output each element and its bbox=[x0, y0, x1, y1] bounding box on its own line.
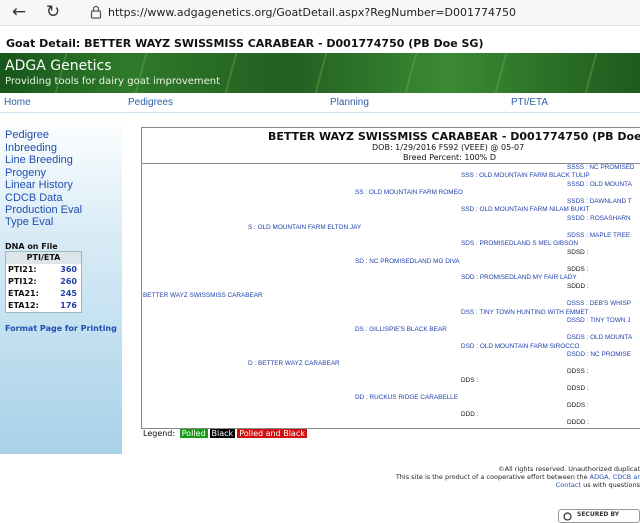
pedigree-sss[interactable]: SSS : OLD MOUNTAIN FARM BLACK TULIP bbox=[461, 172, 590, 179]
pti-row: PTI21: 360 bbox=[6, 264, 81, 276]
pedigree-ds[interactable]: DS : GILLISPIE'S BLACK BEAR bbox=[355, 326, 447, 333]
pedigree-sds[interactable]: SDS : PROMISEDLAND S MEL GIBSON bbox=[461, 240, 578, 247]
footer-adga-link[interactable]: ADGA, CDCB ar bbox=[590, 473, 640, 481]
pedigree-ddd: DDD : bbox=[461, 411, 479, 418]
pedigree-ssd[interactable]: SSD : OLD MOUNTAIN FARM NILAM BUKIT bbox=[461, 206, 589, 213]
pti-key: ETA21: bbox=[8, 289, 39, 298]
address-bar[interactable]: https://www.adgagenetics.org/GoatDetail.… bbox=[108, 3, 516, 23]
pedigree-sdds: SDDS : bbox=[567, 266, 589, 273]
reload-icon[interactable]: ↻ bbox=[42, 2, 64, 22]
pedigree-sire[interactable]: S : OLD MOUNTAIN FARM ELTON JAY bbox=[248, 224, 361, 231]
pti-row: PTI12: 260 bbox=[6, 276, 81, 288]
footer-coop-text: This site is the product of a cooperativ… bbox=[395, 473, 590, 481]
pedigree-ssds[interactable]: SSDS : DAWNLAND T bbox=[567, 198, 632, 205]
pedigree-ddss: DDSS : bbox=[567, 368, 589, 375]
footer-contact-link[interactable]: Contact bbox=[556, 481, 581, 489]
sidebar-link-progeny[interactable]: Progeny bbox=[5, 167, 46, 179]
pedigree-animal[interactable]: BETTER WAYZ SWISSMISS CARABEAR bbox=[143, 292, 263, 299]
sidebar-link-type-eval[interactable]: Type Eval bbox=[5, 216, 53, 228]
goat-dob: DOB: 1/29/2016 FS92 (VEEE) @ 05-07 bbox=[372, 143, 525, 152]
pedigree-dssd[interactable]: DSSD : TINY TOWN J bbox=[567, 317, 630, 324]
goat-breed-percent: Breed Percent: 100% D bbox=[403, 153, 496, 162]
menu-planning[interactable]: Planning bbox=[330, 97, 369, 108]
pti-eta-table: PTI/ETA PTI21: 360 PTI12: 260 ETA21: 245 ET… bbox=[5, 251, 82, 313]
pedigree-ddsd: DDSD : bbox=[567, 385, 589, 392]
site-tagline: Providing tools for dairy goat improveme… bbox=[5, 76, 221, 87]
pedigree-sd[interactable]: SD : NC PROMISEDLAND MG DIVA bbox=[355, 258, 460, 265]
pti-key: PTI21: bbox=[8, 265, 37, 274]
sidebar-link-line-breeding[interactable]: Line Breeding bbox=[5, 154, 73, 166]
pedigree-sdsd: SDSD : bbox=[567, 249, 589, 256]
pti-value: 245 bbox=[60, 289, 77, 298]
sidebar-link-inbreeding[interactable]: Inbreeding bbox=[5, 142, 57, 154]
legend-polled-and-black: Polled and Black bbox=[237, 429, 307, 438]
dna-on-file-label: DNA on File bbox=[5, 242, 58, 251]
menu-home[interactable]: Home bbox=[4, 97, 31, 108]
sidebar-link-production-eval[interactable]: Production Eval bbox=[5, 204, 82, 216]
pedigree-sdss[interactable]: SDSS : MAPLE TREE bbox=[567, 232, 630, 239]
pedigree-dd[interactable]: DD : RUCKUS RIDGE CARABELLE bbox=[355, 394, 458, 401]
pti-row: ETA12: 176 bbox=[6, 300, 81, 312]
pti-value: 360 bbox=[60, 265, 77, 274]
pedigree-ssdd[interactable]: SSDD : ROSASHARN bbox=[567, 215, 631, 222]
pedigree-dds: DDS : bbox=[461, 377, 479, 384]
pedigree-sssd[interactable]: SSSD : OLD MOUNTA bbox=[567, 181, 632, 188]
pedigree-sddd: SDDD : bbox=[567, 283, 589, 290]
secured-text: SECURED BY bbox=[577, 511, 620, 518]
footer: ©All rights reserved. Unauthorized dupli… bbox=[340, 465, 640, 489]
goat-name-heading: BETTER WAYZ SWISSMISS CARABEAR - D001774… bbox=[268, 130, 640, 143]
pti-key: PTI12: bbox=[8, 277, 37, 286]
legend-polled: Polled bbox=[179, 429, 208, 438]
legend-label: Legend: bbox=[143, 429, 176, 438]
back-arrow-icon[interactable]: ← bbox=[8, 2, 30, 22]
legend: Legend: Polled Black Polled and Black bbox=[143, 429, 307, 438]
menu-pedigrees[interactable]: Pedigrees bbox=[128, 97, 173, 108]
pedigree-ssss[interactable]: SSSS : NC PROMISED bbox=[567, 164, 634, 171]
pedigree-header: BETTER WAYZ SWISSMISS CARABEAR - D001774… bbox=[142, 128, 640, 164]
site-banner: ADGA Genetics Providing tools for dairy … bbox=[0, 53, 640, 93]
pedigree-sdd[interactable]: SDD : PROMISEDLAND MY FAIR LADY bbox=[461, 274, 577, 281]
sidebar-link-pedigree[interactable]: Pedigree bbox=[5, 129, 49, 141]
pedigree-dss[interactable]: DSS : TINY TOWN HUNTING WITH EMMET bbox=[461, 309, 589, 316]
footer-copyright: ©All rights reserved. Unauthorized dupli… bbox=[498, 465, 640, 473]
legend-black: Black bbox=[209, 429, 236, 438]
pedigree-dam[interactable]: D : BETTER WAYZ CARABEAR bbox=[248, 360, 340, 367]
pti-eta-header: PTI/ETA bbox=[6, 252, 81, 264]
pti-value: 176 bbox=[60, 301, 77, 310]
pedigree-dsdd[interactable]: DSDD : NC PROMISE bbox=[567, 351, 631, 358]
pedigree-ss[interactable]: SS : OLD MOUNTAIN FARM ROMEO bbox=[355, 189, 463, 196]
secured-lock-icon bbox=[563, 512, 572, 521]
pti-row: ETA21: 245 bbox=[6, 288, 81, 300]
pti-key: ETA12: bbox=[8, 301, 39, 310]
pedigree-ddds: DDDS : bbox=[567, 402, 589, 409]
sidebar-link-linear-history[interactable]: Linear History bbox=[5, 179, 73, 191]
top-menu: Home Pedigrees Planning PTI/ETA bbox=[0, 93, 640, 113]
footer-questions-text: us with questions bbox=[581, 481, 640, 489]
page-title: Goat Detail: BETTER WAYZ SWISSMISS CARAB… bbox=[6, 37, 484, 50]
pedigree-dsss[interactable]: DSSS : DEB'S WHISP bbox=[567, 300, 631, 307]
sidebar: Pedigree Inbreeding Line Breeding Progen… bbox=[0, 114, 122, 454]
sidebar-link-cdcb-data[interactable]: CDCB Data bbox=[5, 192, 62, 204]
menu-pti-eta[interactable]: PTI/ETA bbox=[511, 97, 548, 108]
pedigree-dsd[interactable]: DSD : OLD MOUNTAIN FARM SIROCCO bbox=[461, 343, 579, 350]
browser-toolbar: ← ↻ https://www.adgagenetics.org/GoatDet… bbox=[0, 0, 640, 26]
lock-icon[interactable] bbox=[90, 5, 102, 19]
pti-value: 260 bbox=[60, 277, 77, 286]
site-title: ADGA Genetics bbox=[5, 58, 112, 74]
format-for-printing-link[interactable]: Format Page for Printing bbox=[5, 324, 117, 333]
pedigree-dsds[interactable]: DSDS : OLD MOUNTA bbox=[567, 334, 632, 341]
pedigree-dddd: DDDD : bbox=[567, 419, 590, 426]
